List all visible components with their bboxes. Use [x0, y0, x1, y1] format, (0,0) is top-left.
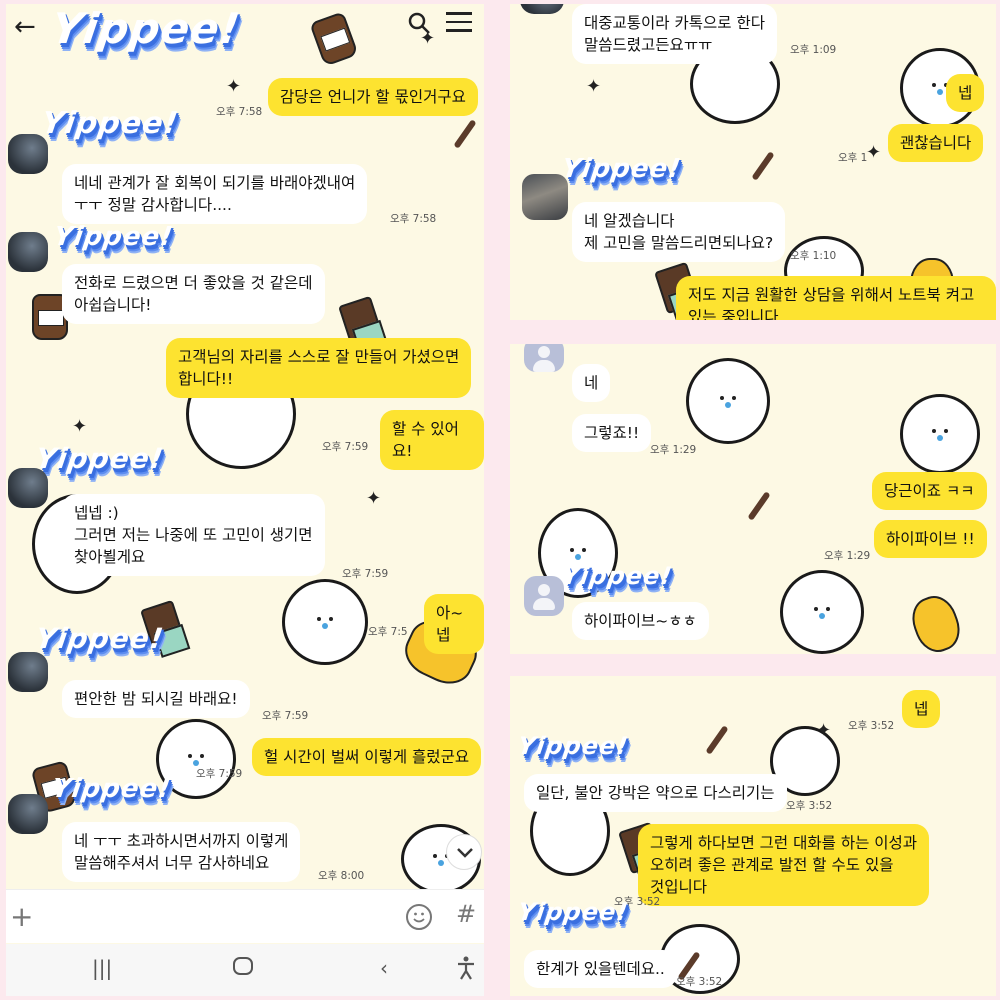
their-message: 한계가 있을텐데요.. — [524, 950, 677, 988]
recent-apps-icon[interactable]: ||| — [92, 956, 112, 980]
message-time: 오후 1:29 — [824, 550, 871, 562]
yippee-sticker: Yippee! — [51, 222, 176, 252]
their-message: 편안한 밤 되시길 바래요! — [62, 680, 250, 718]
avatar[interactable] — [8, 134, 48, 174]
message-time: 오후 7:59 — [322, 441, 369, 453]
their-message: 하이파이브~ㅎㅎ — [572, 602, 709, 640]
message-time: 오후 8:00 — [318, 870, 365, 882]
message-time: 오후 3:52 — [786, 800, 833, 812]
message-input-bar[interactable]: + # — [6, 889, 484, 943]
my-message: 괜찮습니다 — [888, 124, 984, 162]
blob-decoration — [282, 579, 368, 665]
my-message: 아~ 넵 — [424, 594, 484, 654]
blob-decoration — [780, 570, 864, 654]
my-message: 고객님의 자리를 스스로 잘 만들어 가셨으면 합니다!! — [166, 338, 472, 398]
sparkle-icon: ✦ — [586, 76, 602, 97]
my-message: 넵 — [902, 690, 941, 728]
my-message: 할 수 있어요! — [380, 410, 484, 470]
sparkle-icon: ✦ — [366, 488, 382, 509]
blob-decoration — [900, 394, 980, 474]
their-message: 네 — [572, 364, 611, 402]
message-time: 오후 1:29 — [650, 444, 697, 456]
message-time: 오후 7:59 — [196, 768, 243, 780]
yippee-sticker: Yippee! — [39, 106, 181, 141]
my-message: 넵 — [946, 74, 985, 112]
message-time: 오후 1:10 — [790, 250, 837, 262]
message-time: 오후 7:59 — [262, 710, 309, 722]
message-time: 오후 1:09 — [790, 44, 837, 56]
home-icon[interactable] — [232, 956, 254, 981]
yippee-sticker: Yippee! — [33, 622, 167, 655]
my-message: 감당은 언니가 할 몫인거구요 — [268, 78, 478, 116]
sparkle-icon: ✦ — [816, 720, 832, 741]
yippee-sticker: Yippee! — [516, 732, 631, 760]
my-message: 헐 시간이 벌써 이렇게 흘렀군요 — [252, 738, 482, 776]
yippee-sticker: Yippee! — [48, 4, 244, 53]
yippee-sticker: Yippee! — [516, 898, 631, 926]
their-message: 일단, 불안 강박은 약으로 다스리기는 — [524, 774, 787, 812]
my-message: 그렇게 하다보면 그런 대화를 하는 이성과 오히려 좋은 관계로 발전 할 수… — [638, 824, 930, 906]
my-message: 하이파이브 !! — [874, 520, 987, 558]
avatar[interactable] — [524, 576, 564, 616]
their-message: 네네 관계가 잘 회복이 되기를 바래야겠내여 ㅜㅜ 정말 감사합니다.... — [62, 164, 368, 224]
my-message: 당근이죠 ㅋㅋ — [872, 472, 987, 510]
avatar[interactable] — [524, 344, 564, 372]
chat-screen-crop-3: ✦ ✦ 넵 오후 3:52 Yippee! 일단, 불안 강박은 약으로 다스리… — [510, 676, 996, 996]
chat-screen-crop-2: 네 그렇죠!! 오후 1:29 당근이죠 ㅋㅋ 하이파이브 !! 오후 1:29… — [510, 344, 996, 654]
accessibility-icon[interactable] — [456, 956, 476, 985]
chat-header: ← Yippee! — [6, 4, 484, 64]
avatar[interactable] — [520, 4, 564, 14]
their-message: 네 ㅜㅜ 초과하시면서까지 이렇게 말씀해주셔서 너무 감사하네요 — [62, 822, 301, 882]
chat-screen-main: ✦ ✦ ✦ ✦ ← Yippee! 감당은 언니가 할 몫인거구요 오후 7:5… — [6, 4, 484, 996]
yippee-sticker: Yippee! — [560, 562, 675, 590]
scroll-down-button[interactable] — [446, 834, 482, 870]
their-message: 그렇죠!! — [572, 414, 652, 452]
knife-decoration — [453, 119, 477, 149]
avatar[interactable] — [8, 794, 48, 834]
chevron-down-icon — [457, 848, 473, 858]
message-time: 오후 7:58 — [216, 106, 263, 118]
their-message: 넵넵 :) 그러면 저는 나중에 또 고민이 생기면 찾아뵐게요 — [62, 494, 325, 576]
message-time: 오후 1 — [838, 152, 868, 164]
knife-decoration — [705, 725, 729, 755]
their-message: 네 알겠습니다 제 고민을 말씀드리면되나요? — [572, 202, 786, 262]
system-nav-bar: ||| ‹ — [6, 944, 484, 996]
chat-screen-crop-1: ✦ ✦ 대중교통이라 카톡으로 한다 말씀드렸고든요ㅠㅠ 오후 1:09 넵 괜… — [510, 4, 996, 320]
emoji-icon[interactable] — [406, 904, 432, 930]
back-arrow-icon[interactable]: ← — [14, 12, 36, 42]
sparkle-icon: ✦ — [72, 416, 88, 437]
blob-decoration — [686, 358, 770, 444]
message-time: 오후 3:52 — [676, 976, 723, 988]
yippee-sticker: Yippee! — [49, 774, 174, 804]
their-message: 대중교통이라 카톡으로 한다 말씀드렸고든요ㅠㅠ — [572, 4, 777, 64]
message-time: 오후 7:5 — [368, 626, 408, 638]
yippee-sticker: Yippee! — [559, 154, 684, 184]
message-time: 오후 7:58 — [390, 213, 437, 225]
menu-icon[interactable] — [446, 12, 472, 34]
duck-decoration — [905, 590, 967, 654]
yippee-sticker: Yippee! — [33, 442, 167, 475]
hash-icon[interactable]: # — [456, 900, 476, 928]
message-time: 오후 7:59 — [342, 568, 389, 580]
avatar[interactable] — [8, 652, 48, 692]
avatar[interactable] — [8, 232, 48, 272]
plus-icon[interactable]: + — [10, 900, 33, 933]
avatar[interactable] — [522, 174, 568, 220]
their-message: 전화로 드렸으면 더 좋았을 것 같은데 아쉽습니다! — [62, 264, 325, 324]
message-time: 오후 3:52 — [848, 720, 895, 732]
back-icon[interactable]: ‹ — [380, 956, 388, 980]
knife-decoration — [751, 151, 775, 181]
search-icon[interactable] — [406, 10, 432, 36]
avatar[interactable] — [8, 468, 48, 508]
knife-decoration — [747, 491, 771, 521]
sparkle-icon: ✦ — [866, 142, 882, 163]
my-message: 저도 지금 원활한 상담을 위해서 노트북 켜고 있는 중입니다 — [676, 276, 996, 320]
sparkle-icon: ✦ — [226, 76, 242, 97]
